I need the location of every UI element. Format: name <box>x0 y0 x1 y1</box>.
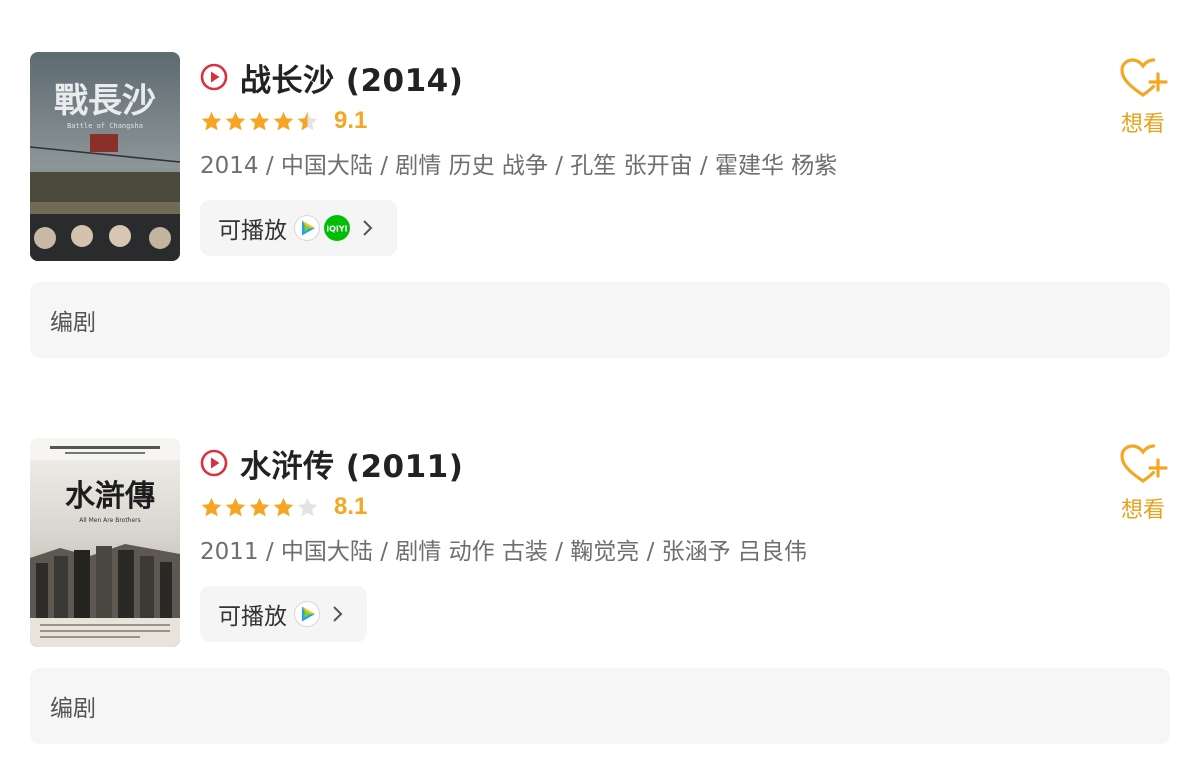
poster-title: 水滸傳 <box>65 479 155 514</box>
playable-label: 可播放 <box>218 218 287 244</box>
poster-subtitle: All Men Are Brothers <box>79 517 141 524</box>
star-full-icon <box>201 497 222 516</box>
poster-subtitle: Battle of Changsha <box>67 122 143 130</box>
want-to-watch-button[interactable]: 想看 <box>1110 442 1176 524</box>
iqiyi-icon: iQIYI <box>324 215 350 241</box>
writer-section[interactable]: 编剧 <box>30 282 1170 358</box>
star-full-icon <box>273 111 294 130</box>
rating-stars <box>200 496 320 519</box>
svg-text:iQIYI: iQIYI <box>326 225 347 234</box>
rating-row: 9.1 <box>200 106 367 136</box>
writer-label: 编剧 <box>50 696 96 722</box>
star-half-icon <box>297 111 318 130</box>
star-full-icon <box>249 497 270 516</box>
movie-poster[interactable]: 戰長沙 Battle of Changsha <box>30 52 180 261</box>
play-circle-icon <box>200 63 228 91</box>
writer-section[interactable]: 编剧 <box>30 668 1170 744</box>
want-to-watch-label: 想看 <box>1120 112 1165 137</box>
playable-button[interactable]: 可播放 iQIYI <box>200 200 397 256</box>
star-full-icon <box>249 111 270 130</box>
star-full-icon <box>225 497 246 516</box>
play-circle-icon <box>200 449 228 477</box>
movie-poster[interactable]: 水滸傳 All Men Are Brothers <box>30 438 180 647</box>
heart-plus-icon <box>1120 444 1168 483</box>
playable-button[interactable]: 可播放 <box>200 586 367 642</box>
want-to-watch-button[interactable]: 想看 <box>1110 56 1176 138</box>
title-row[interactable]: 战长沙 (2014) <box>200 54 463 100</box>
poster-title: 戰長沙 <box>54 81 156 121</box>
poster-image: 戰長沙 Battle of Changsha <box>30 52 180 261</box>
rating-stars <box>200 110 320 133</box>
rating-row: 8.1 <box>200 492 367 522</box>
playable-label: 可播放 <box>218 604 287 630</box>
star-full-icon <box>273 497 294 516</box>
movie-meta: 2014 / 中国大陆 / 剧情 历史 战争 / 孔笙 张开宙 / 霍建华 杨紫 <box>200 153 838 179</box>
star-full-icon <box>225 111 246 130</box>
tencent-video-icon <box>294 215 320 241</box>
writer-label: 编剧 <box>50 310 96 336</box>
chevron-right-icon <box>333 606 343 622</box>
chevron-right-icon <box>363 220 373 236</box>
rating-score: 8.1 <box>334 493 368 520</box>
tencent-video-icon <box>294 601 320 627</box>
movie-title[interactable]: 战长沙 (2014) <box>240 55 463 100</box>
poster-image: 水滸傳 All Men Are Brothers <box>30 438 180 647</box>
star-empty-icon <box>297 497 318 516</box>
heart-plus-icon <box>1120 58 1168 97</box>
want-to-watch-label: 想看 <box>1120 498 1165 523</box>
title-row[interactable]: 水浒传 (2011) <box>200 440 463 486</box>
star-full-icon <box>201 111 222 130</box>
movie-meta: 2011 / 中国大陆 / 剧情 动作 古装 / 鞠觉亮 / 张涵予 吕良伟 <box>200 539 807 565</box>
rating-score: 9.1 <box>334 107 368 134</box>
movie-title[interactable]: 水浒传 (2011) <box>240 441 463 486</box>
